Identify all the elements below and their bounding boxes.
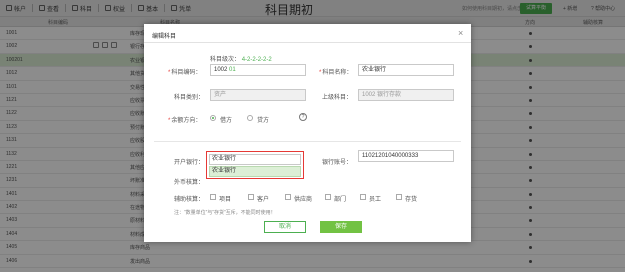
aux-label-employee: 员工	[369, 197, 382, 203]
aux-label: 辅助核算：	[174, 197, 205, 203]
name-field[interactable]: 农业银行	[358, 64, 454, 76]
code-level-label: 科目级次： 4-2-2-2-2-2	[210, 57, 272, 63]
bank-autocomplete-highlight: 农业银行 农业银行	[206, 151, 304, 179]
edit-subject-dialog: 编辑科目 × 科目级次： 4-2-2-2-2-2 *科目编码： 1002 01 …	[144, 24, 471, 242]
aux-label-inventory: 存货	[405, 197, 418, 203]
code-field[interactable]: 1002 01	[210, 64, 306, 76]
exclusive-note: 注：“数量单位”与“存货”互斥，不能同时使用！	[174, 210, 276, 216]
category-label: 科目类别：	[174, 95, 205, 101]
aux-checkbox-customer[interactable]	[248, 194, 254, 200]
bank-field[interactable]: 农业银行	[209, 154, 301, 165]
account-field[interactable]: 11021201040000333	[358, 150, 454, 162]
aux-checkbox-employee[interactable]	[360, 194, 366, 200]
dialog-divider	[144, 42, 471, 43]
aux-label-project: 项目	[219, 197, 232, 203]
category-field: 资产	[210, 89, 306, 101]
section-divider	[154, 141, 461, 142]
help-icon[interactable]: ?	[299, 113, 307, 121]
bank-label: 开户银行：	[174, 160, 205, 166]
required-mark: *	[168, 70, 171, 76]
radio-credit[interactable]	[247, 115, 253, 121]
required-mark: *	[168, 118, 171, 124]
parent-field: 1002 银行存款	[358, 89, 454, 101]
code-label: *科目编码：	[168, 70, 202, 76]
dialog-title: 编辑科目	[152, 34, 177, 40]
required-mark: *	[319, 70, 322, 76]
cancel-button[interactable]: 取消	[264, 221, 306, 233]
currency-label: 外币核算：	[174, 180, 205, 186]
bank-suggestion-item[interactable]: 农业银行	[209, 166, 301, 177]
aux-label-supplier: 供应商	[294, 197, 313, 203]
aux-label-customer: 客户	[257, 197, 270, 203]
radio-credit-label: 贷方	[257, 118, 270, 124]
code-level-value: 4-2-2-2-2-2	[241, 57, 272, 63]
aux-checkbox-inventory[interactable]	[396, 194, 402, 200]
aux-checkbox-department[interactable]	[325, 194, 331, 200]
name-label: *科目名称：	[319, 70, 353, 76]
aux-label-department: 部门	[334, 197, 347, 203]
aux-checkbox-project[interactable]	[210, 194, 216, 200]
account-label: 银行账号：	[322, 160, 353, 166]
parent-label: 上级科目：	[322, 95, 353, 101]
save-button[interactable]: 保存	[320, 221, 362, 233]
direction-label: *余额方向：	[168, 118, 202, 124]
radio-debit[interactable]	[210, 115, 216, 121]
aux-checkbox-supplier[interactable]	[285, 194, 291, 200]
close-icon[interactable]: ×	[458, 28, 463, 38]
radio-debit-label: 借方	[220, 118, 233, 124]
